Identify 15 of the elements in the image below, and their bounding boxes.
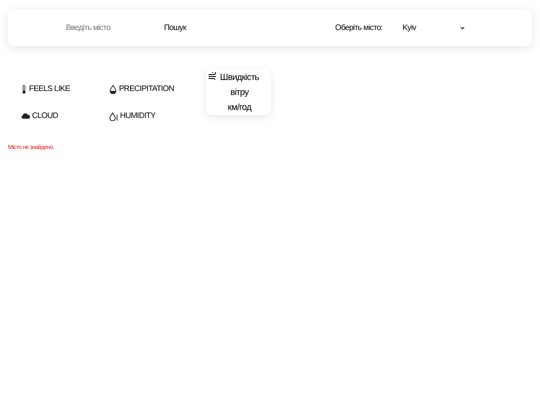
stat-label: PRECIPITATION — [119, 83, 174, 95]
wind-icon — [208, 72, 218, 80]
chevron-icon — [460, 26, 464, 30]
stat-label: FEELS LIKE — [29, 83, 70, 95]
city-select[interactable]: Kyiv — [402, 22, 464, 34]
stat-label: CLOUD — [32, 110, 58, 122]
drop-icon — [109, 84, 117, 94]
search-field[interactable]: Введіть місто — [66, 22, 154, 34]
stat-label: HUMIDITY — [120, 110, 156, 122]
search-button[interactable]: Пошук — [164, 22, 186, 34]
humidity-icon — [109, 112, 118, 120]
thermometer-icon — [21, 84, 27, 94]
wind-label: Швидкість вітру км/год — [220, 71, 259, 114]
cloud-icon — [21, 113, 30, 119]
city-label: Оберіть місто: — [335, 22, 382, 34]
